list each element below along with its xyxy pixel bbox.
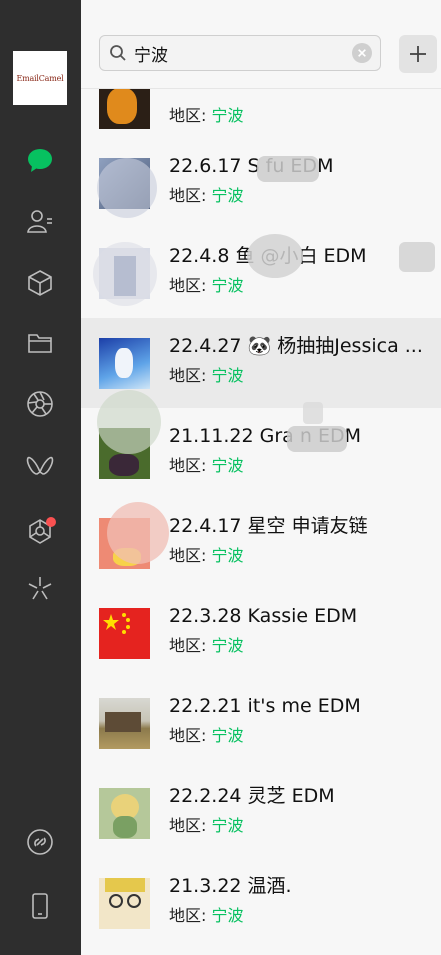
result-region: 地区: 宁波 <box>169 906 244 925</box>
result-row[interactable]: 22.6.17 S fu EDM 地区: 宁波 <box>81 138 441 228</box>
network-icon[interactable] <box>24 515 56 547</box>
result-title: 22.3.28 Kassie EDM <box>169 605 358 627</box>
result-region: 地区: 宁波 <box>169 106 244 125</box>
avatar <box>99 338 150 389</box>
avatar <box>99 608 150 659</box>
search-results-panel: 地区: 宁波 22.6.17 S fu EDM 地区: 宁波 22.4.8 鱼 … <box>81 0 441 955</box>
result-region: 地区: 宁波 <box>169 726 244 745</box>
close-icon <box>358 49 366 57</box>
aperture-icon[interactable] <box>24 388 56 420</box>
result-row[interactable]: 22.2.24 灵芝 EDM 地区: 宁波 <box>81 768 441 858</box>
notification-badge <box>46 517 56 527</box>
clear-search-button[interactable] <box>352 43 372 63</box>
cube-icon[interactable] <box>24 267 56 299</box>
sparkle-icon[interactable] <box>24 572 56 604</box>
result-region: 地区: 宁波 <box>169 366 244 385</box>
search-input[interactable] <box>134 40 334 66</box>
flag-icon <box>103 613 130 634</box>
result-region: 地区: 宁波 <box>169 816 244 835</box>
result-title: 22.2.21 it's me EDM <box>169 695 361 717</box>
sidebar: EmailCamel <box>0 0 81 955</box>
result-row[interactable]: 22.4.17 星空 申请友链 地区: 宁波 <box>81 498 441 588</box>
result-row[interactable]: 22.4.8 鱼 @小白 EDM 地区: 宁波 <box>81 228 441 318</box>
link-icon[interactable] <box>24 826 56 858</box>
result-title: 22.2.24 灵芝 EDM <box>169 785 335 807</box>
avatar <box>99 788 150 839</box>
result-row[interactable]: 22.3.28 Kassie EDM 地区: 宁波 <box>81 588 441 678</box>
phone-icon[interactable] <box>24 890 56 922</box>
avatar <box>99 698 150 749</box>
result-title: 21.3.22 温酒. <box>169 875 292 897</box>
folder-icon[interactable] <box>24 327 56 359</box>
result-row[interactable]: 21.11.22 Gra n EDM 地区: 宁波 <box>81 390 441 498</box>
contacts-icon[interactable] <box>24 205 56 237</box>
butterfly-icon[interactable] <box>24 450 56 482</box>
result-row[interactable]: 21.3.22 温酒. 地区: 宁波 <box>81 858 441 948</box>
chat-icon[interactable] <box>24 144 56 176</box>
result-region: 地区: 宁波 <box>169 636 244 655</box>
result-region: 地区: 宁波 <box>169 546 244 565</box>
logo-text: EmailCamel <box>16 73 64 83</box>
result-region: 地区: 宁波 <box>169 456 244 475</box>
result-title: 22.4.27 🐼 杨抽抽Jessica ... <box>169 335 423 357</box>
result-title: 22.4.17 星空 申请友链 <box>169 515 368 537</box>
search-bar <box>81 0 441 89</box>
result-row[interactable]: 22.2.21 it's me EDM 地区: 宁波 <box>81 678 441 768</box>
search-box[interactable] <box>99 35 381 71</box>
plus-icon <box>410 46 426 62</box>
result-region: 地区: 宁波 <box>169 276 244 295</box>
result-region: 地区: 宁波 <box>169 186 244 205</box>
add-button[interactable] <box>399 35 437 73</box>
avatar <box>99 878 150 929</box>
search-icon <box>110 45 126 61</box>
app-logo[interactable]: EmailCamel <box>13 51 67 105</box>
